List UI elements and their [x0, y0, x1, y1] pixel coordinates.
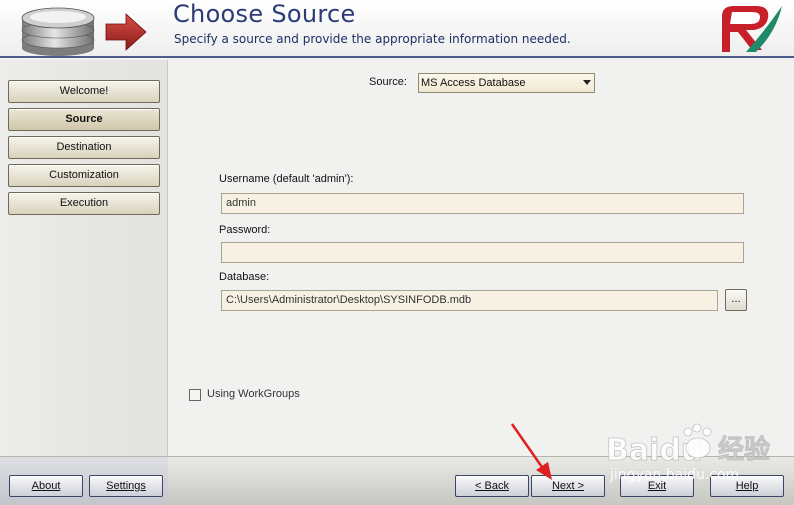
page-title: Choose Source [173, 0, 356, 28]
watermark-cn: 经验 [718, 434, 770, 465]
header: Choose Source Specify a source and provi… [0, 0, 794, 58]
username-label: Username (default 'admin'): [219, 173, 354, 185]
workgroups-checkbox[interactable] [189, 389, 201, 401]
sidebar: Welcome! Source Destination Customizatio… [0, 60, 168, 456]
browse-button[interactable]: ... [725, 289, 747, 311]
sidebar-item-execution[interactable]: Execution [8, 192, 160, 215]
source-select[interactable]: MS Access Database [418, 73, 595, 93]
watermark-url: jingyan.baidu.com [610, 467, 740, 483]
source-select-value: MS Access Database [421, 77, 526, 89]
red-arrow-annotation-icon [510, 423, 552, 480]
password-input[interactable] [221, 242, 744, 263]
password-label: Password: [219, 224, 271, 236]
source-label: Source: [369, 76, 407, 88]
sidebar-item-source[interactable]: Source [8, 108, 160, 131]
page-subtitle: Specify a source and provide the appropr… [174, 32, 571, 46]
source-form: Source: MS Access Database Username (def… [169, 60, 794, 456]
username-input[interactable]: admin [221, 193, 744, 214]
brand-logo-icon [722, 6, 782, 52]
database-label: Database: [219, 271, 270, 283]
workgroups-label: Using WorkGroups [207, 388, 300, 400]
database-transfer-icon [21, 7, 147, 56]
database-path-input[interactable]: C:\Users\Administrator\Desktop\SYSINFODB… [221, 290, 718, 311]
sidebar-item-destination[interactable]: Destination [8, 136, 160, 159]
chevron-down-icon [583, 80, 591, 85]
about-button[interactable]: About [9, 475, 83, 497]
sidebar-item-customization[interactable]: Customization [8, 164, 160, 187]
sidebar-item-welcome[interactable]: Welcome! [8, 80, 160, 103]
settings-button[interactable]: Settings [89, 475, 163, 497]
